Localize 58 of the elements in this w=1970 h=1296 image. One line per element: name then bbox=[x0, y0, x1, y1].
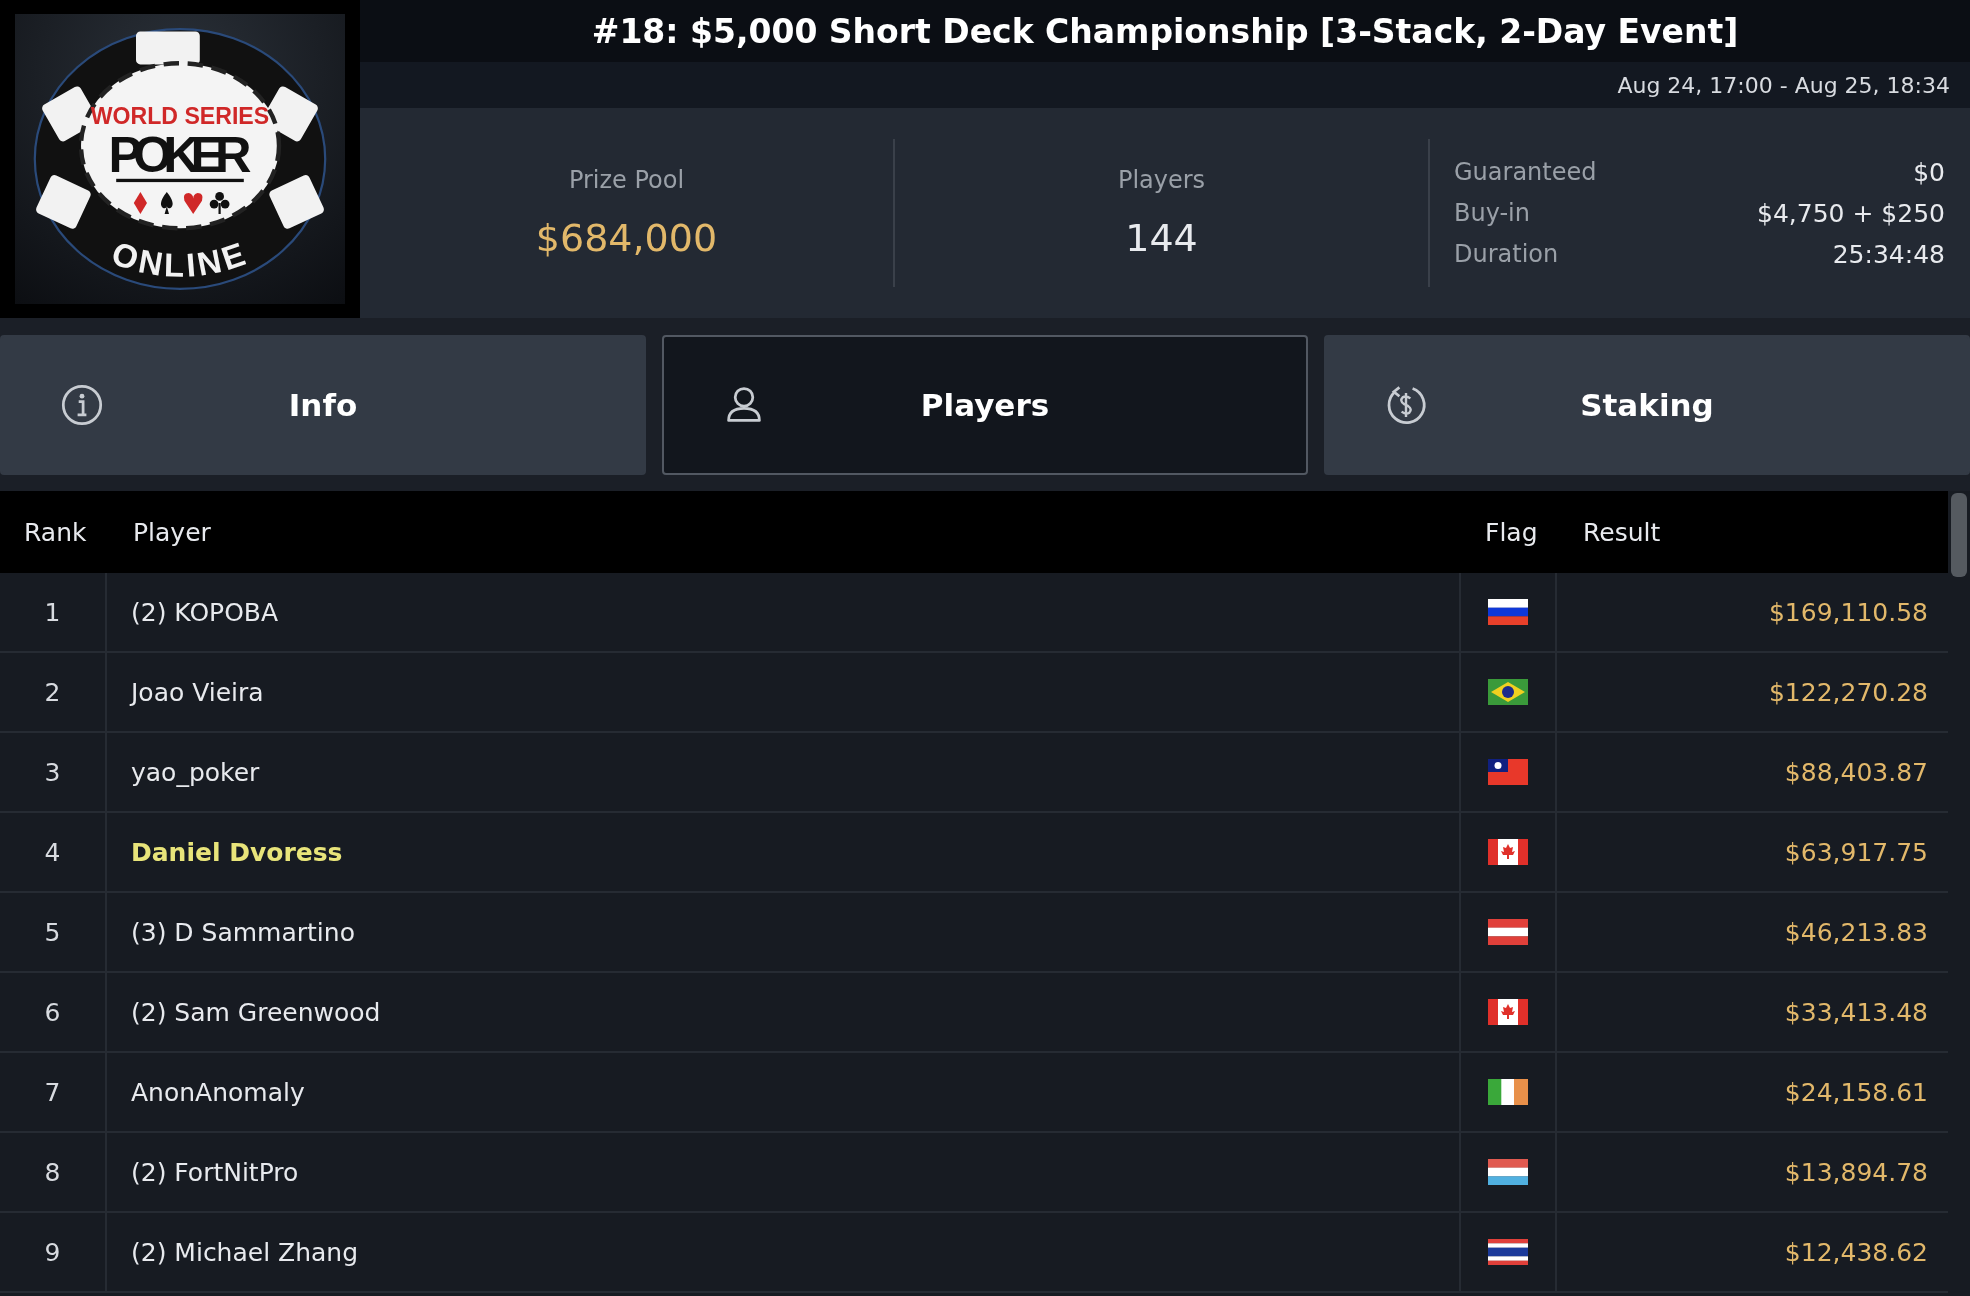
column-header: Rank bbox=[23, 517, 88, 547]
stat-label: Players bbox=[1117, 166, 1206, 194]
result-amount: $88,403.87 bbox=[1784, 757, 1928, 787]
detail-label: Guaranteed bbox=[1454, 157, 1597, 187]
flag-icon bbox=[1488, 839, 1528, 865]
flag-icon bbox=[1488, 1079, 1528, 1105]
flag-icon bbox=[1488, 759, 1528, 785]
rank-cell: 7 bbox=[44, 1077, 61, 1107]
stat-label: Prize Pool bbox=[568, 166, 685, 194]
player-name: Daniel Dvoress bbox=[131, 837, 343, 867]
result-amount: $12,438.62 bbox=[1784, 1237, 1928, 1267]
result-amount: $33,413.48 bbox=[1784, 997, 1928, 1027]
detail-value: 25:34:48 bbox=[1832, 239, 1945, 269]
result-amount: $46,213.83 bbox=[1784, 917, 1928, 947]
player-name: (3) D Sammartino bbox=[131, 917, 355, 947]
result-amount: $169,110.58 bbox=[1768, 597, 1928, 627]
result-amount: $13,894.78 bbox=[1784, 1157, 1928, 1187]
tab[interactable]: Info bbox=[0, 335, 646, 475]
rank-cell: 1 bbox=[44, 597, 61, 627]
flag-icon bbox=[1488, 919, 1528, 945]
rank-cell: 2 bbox=[44, 677, 61, 707]
column-header: Flag bbox=[1484, 517, 1539, 547]
logo: WORLD SERIES POKER ONLINE bbox=[15, 14, 345, 304]
flag-icon bbox=[1488, 1159, 1528, 1185]
detail-value: $0 bbox=[1913, 157, 1945, 187]
column-header: Result bbox=[1582, 517, 1662, 547]
detail-label: Buy-in bbox=[1454, 198, 1530, 228]
result-amount: $63,917.75 bbox=[1784, 837, 1928, 867]
flag-icon bbox=[1488, 999, 1528, 1025]
rank-cell: 4 bbox=[44, 837, 61, 867]
rank-cell: 8 bbox=[44, 1157, 61, 1187]
player-name: Joao Vieira bbox=[131, 677, 264, 707]
info-icon bbox=[60, 383, 104, 427]
players-value: 144 bbox=[1125, 216, 1198, 260]
rank-cell: 6 bbox=[44, 997, 61, 1027]
prize-pool-value: $684,000 bbox=[535, 216, 718, 260]
flag-icon bbox=[1488, 599, 1528, 625]
flag-icon bbox=[1488, 679, 1528, 705]
date-range: Aug 24, 17:00 - Aug 25, 18:34 bbox=[1617, 72, 1950, 98]
tab[interactable]: Players bbox=[662, 335, 1308, 475]
result-amount: $24,158.61 bbox=[1784, 1077, 1928, 1107]
detail-label: Duration bbox=[1454, 239, 1559, 269]
rank-cell: 5 bbox=[44, 917, 61, 947]
scrollbar-thumb[interactable] bbox=[1951, 493, 1967, 577]
detail-value: $4,750 + $250 bbox=[1757, 198, 1945, 228]
player-name: (2) FortNitPro bbox=[131, 1157, 299, 1187]
player-name: yao_poker bbox=[131, 757, 260, 787]
tab[interactable]: Staking bbox=[1324, 335, 1970, 475]
column-header: Player bbox=[132, 517, 212, 547]
flag-icon bbox=[1488, 1239, 1528, 1265]
rank-cell: 9 bbox=[44, 1237, 61, 1267]
tournament-title: #18: $5,000 Short Deck Championship [3-Stack, 2-Day Event] bbox=[591, 11, 1739, 51]
result-amount: $122,270.28 bbox=[1768, 677, 1928, 707]
player-name: (2) KOPOBA bbox=[131, 597, 279, 627]
player-name: (2) Sam Greenwood bbox=[131, 997, 381, 1027]
player-name: (2) Michael Zhang bbox=[131, 1237, 359, 1267]
rank-cell: 3 bbox=[44, 757, 61, 787]
player-name: AnonAnomaly bbox=[131, 1077, 305, 1107]
